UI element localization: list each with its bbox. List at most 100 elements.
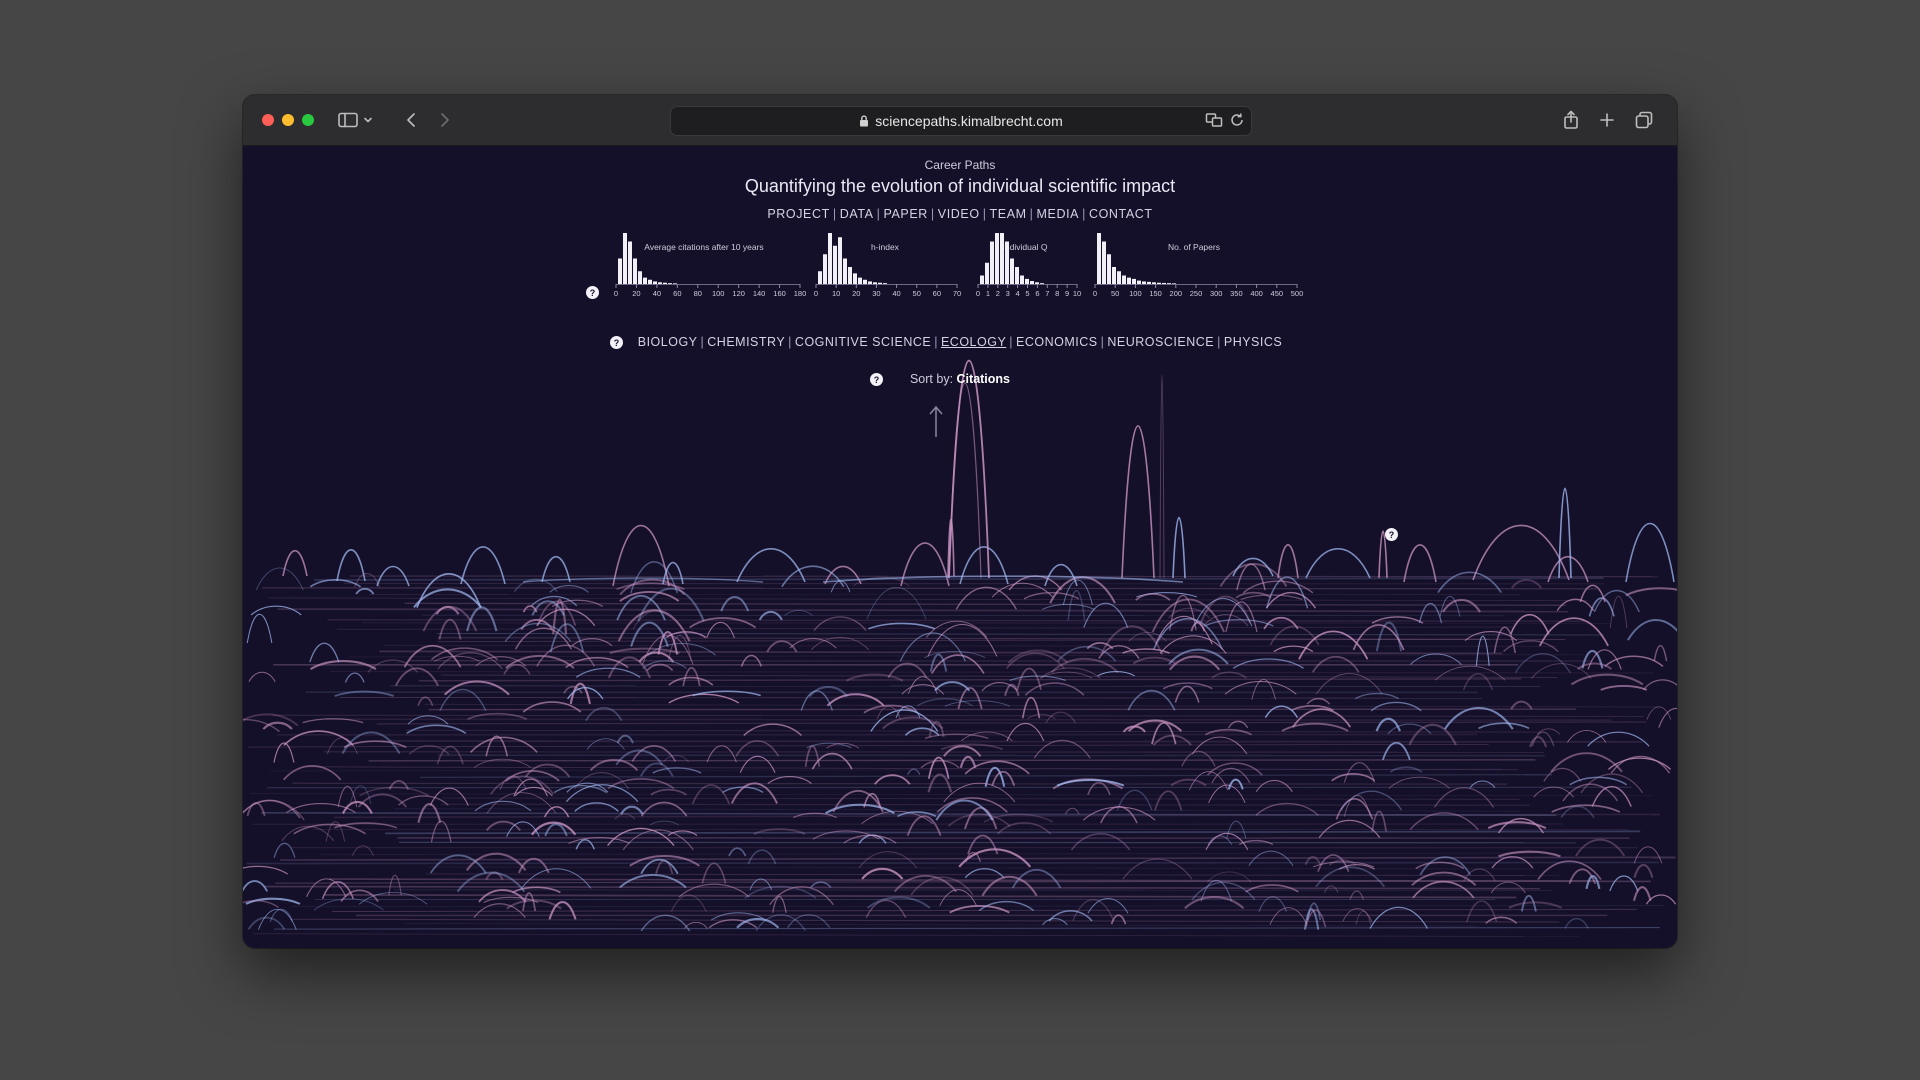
- histogram-bar[interactable]: [985, 262, 989, 284]
- career-arc: [309, 642, 340, 663]
- histogram-bar[interactable]: [848, 267, 852, 284]
- histogram-bar[interactable]: [1030, 281, 1034, 284]
- field-economics[interactable]: ECONOMICS: [1016, 335, 1098, 349]
- histogram-bar[interactable]: [648, 279, 652, 284]
- histogram-bar[interactable]: [1097, 233, 1101, 284]
- field-biology[interactable]: BIOLOGY: [638, 335, 698, 349]
- career-arc: [1232, 557, 1274, 577]
- histogram-help-icon[interactable]: ?: [586, 286, 599, 299]
- translate-icon[interactable]: [1205, 111, 1223, 132]
- field-cognitive-science[interactable]: COGNITIVE SCIENCE: [795, 335, 931, 349]
- histogram-bar[interactable]: [990, 241, 994, 285]
- histogram-bar[interactable]: [618, 258, 622, 285]
- career-arc: [640, 762, 674, 777]
- histogram-bar[interactable]: [1122, 275, 1126, 285]
- histogram-bar[interactable]: [1040, 283, 1044, 284]
- histogram-bar[interactable]: [1142, 281, 1146, 284]
- sidebar-toggle-icon[interactable]: [338, 108, 358, 132]
- histogram-bar[interactable]: [623, 233, 627, 284]
- chevron-down-icon[interactable]: [363, 108, 373, 132]
- histogram-bar[interactable]: [843, 258, 847, 285]
- histogram-bar[interactable]: [873, 282, 877, 284]
- histogram-bar[interactable]: [1010, 258, 1014, 285]
- career-arc: [589, 758, 639, 772]
- histogram-bar[interactable]: [1035, 282, 1039, 284]
- career-arc: [1645, 894, 1677, 905]
- histogram-bar[interactable]: [1025, 278, 1029, 284]
- histogram-tick-label: 50: [1111, 289, 1119, 298]
- histogram-bar[interactable]: [838, 237, 842, 284]
- histogram-tick-label: 7: [1045, 289, 1049, 298]
- close-window-button[interactable]: [262, 114, 274, 126]
- histogram-bar[interactable]: [1005, 241, 1009, 285]
- histogram-bar[interactable]: [878, 282, 882, 284]
- career-arc: [925, 620, 988, 638]
- histogram-bar[interactable]: [1127, 277, 1131, 284]
- career-arc: [1633, 846, 1663, 864]
- tab-overview-icon[interactable]: [1635, 108, 1653, 132]
- career-arc: [1021, 696, 1041, 719]
- visualization-help-icon[interactable]: ?: [1385, 528, 1398, 541]
- histogram-bar[interactable]: [853, 273, 857, 284]
- histogram-bar[interactable]: [653, 281, 657, 284]
- field-ecology[interactable]: ECOLOGY: [941, 335, 1006, 349]
- reload-icon[interactable]: [1229, 111, 1245, 132]
- career-line: [273, 927, 1660, 930]
- histogram-bar[interactable]: [828, 233, 832, 284]
- histogram-bar[interactable]: [1015, 267, 1019, 284]
- career-arc: [467, 712, 527, 720]
- histogram-bar[interactable]: [858, 277, 862, 284]
- field-neuroscience[interactable]: NEUROSCIENCE: [1107, 335, 1214, 349]
- career-arc: [1442, 598, 1481, 613]
- histogram-bar[interactable]: [1020, 275, 1024, 285]
- histogram-bar[interactable]: [628, 241, 632, 285]
- new-tab-icon[interactable]: [1599, 108, 1615, 132]
- histogram-bar[interactable]: [868, 281, 872, 284]
- histogram-bar[interactable]: [1117, 271, 1121, 284]
- histogram-bar[interactable]: [1162, 282, 1166, 284]
- histogram-bar[interactable]: [823, 254, 827, 284]
- histogram-bar[interactable]: [1152, 282, 1156, 284]
- career-arc: [955, 586, 1017, 610]
- career-arc: [549, 584, 589, 593]
- histogram-bar[interactable]: [1147, 281, 1151, 284]
- minimize-window-button[interactable]: [282, 114, 294, 126]
- histogram-bar[interactable]: [643, 277, 647, 284]
- field-selector: BIOLOGY | CHEMISTRY | COGNITIVE SCIENCE | ECOL…: [637, 335, 1283, 349]
- histogram-bar[interactable]: [863, 279, 867, 284]
- histogram-bar[interactable]: [1112, 267, 1116, 284]
- field-chemistry[interactable]: CHEMISTRY: [707, 335, 785, 349]
- histogram-bar[interactable]: [1167, 283, 1171, 284]
- histogram-bar[interactable]: [658, 282, 662, 284]
- histogram-bar[interactable]: [833, 245, 837, 284]
- career-arc: [1587, 731, 1650, 747]
- histogram-bar[interactable]: [668, 283, 672, 284]
- sort-control[interactable]: Sort by: Citations: [243, 372, 1677, 386]
- forward-button[interactable]: [439, 108, 451, 132]
- histogram-bar[interactable]: [1102, 241, 1106, 285]
- histogram-bar[interactable]: [1157, 282, 1161, 284]
- field-physics[interactable]: PHYSICS: [1224, 335, 1282, 349]
- histogram-bar[interactable]: [980, 275, 984, 285]
- histogram-bar[interactable]: [633, 258, 637, 285]
- histogram-filters[interactable]: 0 20 40 60 80 100 120 140 160 180 0 10 20 30 40 50 60 70 0…: [243, 146, 1677, 336]
- address-bar[interactable]: sciencepaths.kimalbrecht.com: [670, 106, 1252, 136]
- histogram-bar[interactable]: [1132, 278, 1136, 284]
- career-arc: [1642, 679, 1677, 691]
- histogram-tick-label: 150: [1149, 289, 1162, 298]
- histogram-bar[interactable]: [1172, 283, 1176, 284]
- histogram-bar[interactable]: [1107, 254, 1111, 284]
- histogram-bar[interactable]: [818, 271, 822, 284]
- back-button[interactable]: [405, 108, 417, 132]
- histogram-bar[interactable]: [1137, 280, 1141, 284]
- sort-value[interactable]: Citations: [957, 372, 1010, 386]
- histogram-bar[interactable]: [673, 283, 677, 284]
- histogram-bar[interactable]: [995, 233, 999, 284]
- zoom-window-button[interactable]: [302, 114, 314, 126]
- histogram-bar[interactable]: [883, 283, 887, 284]
- share-icon[interactable]: [1563, 108, 1579, 132]
- histogram-bar[interactable]: [663, 282, 667, 284]
- scroll-up-arrow-icon[interactable]: [928, 405, 944, 439]
- histogram-bar[interactable]: [1000, 233, 1004, 284]
- histogram-bar[interactable]: [638, 271, 642, 284]
